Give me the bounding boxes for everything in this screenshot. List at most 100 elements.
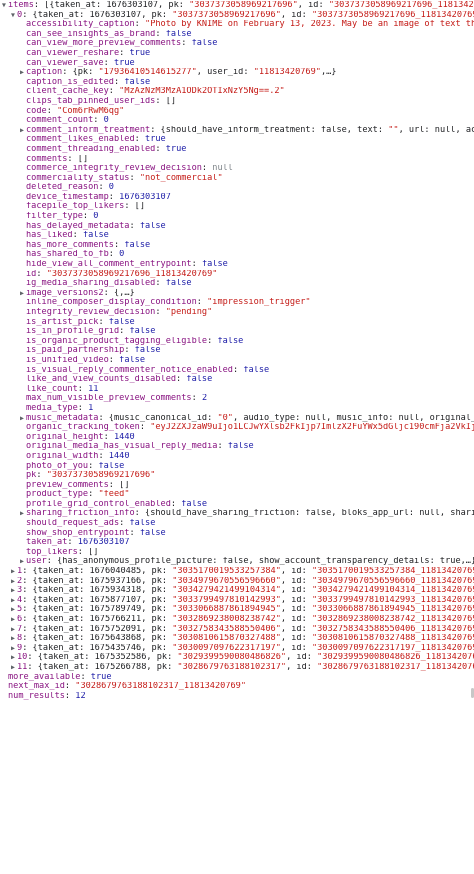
property-row: has_delayed_metadata: false [26, 221, 166, 231]
expandable-property-row[interactable]: ▶ image_versions2: {,…} [0, 289, 474, 299]
property-row: should_request_ads: false [26, 519, 156, 529]
property-value: false [119, 355, 146, 365]
expand-triangle-right-icon[interactable]: ▶ [9, 653, 17, 663]
property-key: product_type [26, 490, 89, 500]
property-row: code: "Com6rRwM6qg" [26, 106, 125, 116]
property-row: can_see_insights_as_brand: false [26, 29, 192, 39]
object-summary: {taken_at: 1675752091, pk: "303275834358… [32, 624, 474, 634]
property-value: false [217, 336, 244, 346]
property-value: [] [134, 202, 146, 212]
property-value: false [181, 499, 208, 509]
expandable-property-row[interactable]: ▶ 9: {taken_at: 1675435746, pk: "30300970… [0, 644, 474, 654]
property-value: true [145, 135, 166, 145]
property-row: original_media_has_visual_reply_media: f… [26, 442, 254, 452]
property-value: "impression_trigger" [207, 298, 311, 308]
property-key: taken_at [26, 538, 68, 548]
property-row: integrity_review_decision: "pending" [26, 308, 213, 317]
property-row: deleted_reason: 0 [26, 183, 114, 193]
expand-triangle-right-icon[interactable]: ▶ [9, 605, 17, 615]
expand-triangle-down-icon[interactable]: ▼ [9, 11, 17, 21]
property-row: is_paid_partnership: false [26, 346, 161, 356]
property-value: [] [77, 154, 89, 164]
expandable-property-row[interactable]: ▶ 6: {taken_at: 1675766211, pk: "30328692… [0, 615, 474, 625]
expandable-property-row[interactable]: ▶ caption: {pk: "17936410514615277", user… [0, 68, 474, 78]
expand-triangle-right-icon[interactable]: ▶ [9, 615, 17, 625]
property-value: false [139, 221, 166, 231]
expandable-property-row[interactable]: ▼ 0: {taken_at: 1676303107, pk: "30373730… [0, 11, 474, 21]
property-key: deleted_reason [26, 183, 99, 193]
property-row: id: "3037373058969217696_11813420769" [26, 269, 218, 279]
property-key: sharing_friction_info [26, 509, 135, 519]
expand-triangle-right-icon[interactable]: ▶ [9, 644, 17, 654]
property-value: 2 [201, 394, 208, 404]
expand-triangle-right-icon[interactable]: ▶ [18, 509, 26, 519]
property-key: has_shared_to_fb [26, 250, 109, 260]
property-row: is_visual_reply_commenter_notice_enabled… [26, 365, 270, 375]
expandable-property-row[interactable]: ▶ 11: {taken_at: 1675266788, pk: "3028679… [0, 663, 474, 673]
expandable-property-row[interactable]: ▶ 2: {taken_at: 1675937166, pk: "30349796… [0, 577, 474, 587]
property-value: "3028679763188102317_11813420769" [75, 682, 247, 692]
expandable-property-row[interactable]: ▶ 3: {taken_at: 1675934318, pk: "30342794… [0, 586, 474, 596]
property-key: photo_of_you [26, 461, 89, 471]
expandable-property-row[interactable]: ▶ comment_inform_treatment: {should_have_… [0, 126, 474, 136]
property-key: accessibility_caption [26, 20, 135, 30]
property-key: device_timestamp [26, 192, 109, 202]
property-key: user [26, 557, 47, 567]
expandable-property-row[interactable]: ▶ music_metadata: {music_canonical_id: "0… [0, 414, 474, 424]
expand-triangle-right-icon[interactable]: ▶ [9, 577, 17, 587]
expand-triangle-right-icon[interactable]: ▶ [9, 625, 17, 635]
property-value: false [129, 327, 156, 337]
property-value: "Photo by KNIME on February 13, 2023. Ma… [145, 20, 474, 30]
expandable-property-row[interactable]: ▶ 10: {taken_at: 1675352586, pk: "3029399… [0, 653, 474, 663]
property-value: "eyJ2ZXJzaW9uIjo1LCJwYXlsb2FkIjp7ImlzX2F… [150, 423, 474, 433]
expandable-property-row[interactable]: ▶ 4: {taken_at: 1675877107, pk: "30337994… [0, 596, 474, 606]
object-summary: {taken_at: 1675937166, pk: "303497967055… [32, 576, 474, 586]
expandable-property-row[interactable]: ▶ sharing_friction_info: {should_have_sha… [0, 509, 474, 519]
expand-triangle-right-icon[interactable]: ▶ [18, 557, 26, 567]
property-value: "not_commercial" [139, 173, 223, 183]
expandable-property-row[interactable]: ▼ items: [{taken_at: 1676303107, pk: "303… [0, 1, 474, 11]
property-value: 11 [88, 384, 99, 394]
expandable-property-row[interactable]: ▶ 7: {taken_at: 1675752091, pk: "30327583… [0, 625, 474, 635]
property-key: is_unified_video [26, 355, 109, 365]
property-value: true [165, 144, 187, 154]
expand-triangle-right-icon[interactable]: ▶ [9, 596, 17, 606]
expand-triangle-right-icon[interactable]: ▶ [9, 663, 17, 673]
expandable-property-row[interactable]: ▶ 5: {taken_at: 1675789749, pk: "30330668… [0, 605, 474, 615]
expand-triangle-down-icon[interactable]: ▼ [0, 1, 8, 11]
property-key: ig_media_sharing_disabled [26, 279, 156, 289]
expand-triangle-right-icon[interactable]: ▶ [9, 634, 17, 644]
expand-triangle-right-icon[interactable]: ▶ [18, 414, 26, 424]
property-key: can_see_insights_as_brand [26, 29, 156, 39]
property-key: show_shop_entrypoint [26, 528, 130, 538]
property-value: false [186, 375, 213, 385]
property-value: [] [165, 96, 177, 106]
property-value: true [90, 672, 112, 682]
property-key: hide_view_all_comment_entrypoint [26, 260, 192, 270]
object-summary: {should_have_sharing_friction: false, bl… [145, 509, 474, 519]
property-row: show_shop_entrypoint: false [26, 528, 166, 538]
expand-triangle-right-icon[interactable]: ▶ [18, 289, 26, 299]
property-key: is_artist_pick [26, 317, 99, 327]
property-row: commerce_integrity_review_decision: null [26, 164, 233, 174]
expand-triangle-right-icon[interactable]: ▶ [9, 586, 17, 596]
property-row: can_viewer_save: true [26, 58, 135, 68]
property-key: items [8, 1, 34, 10]
property-key: image_versions2 [26, 288, 104, 298]
expand-triangle-right-icon[interactable]: ▶ [18, 68, 26, 78]
expandable-property-row[interactable]: ▶ 8: {taken_at: 1675643868, pk: "30308106… [0, 634, 474, 644]
property-key: original_media_has_visual_reply_media [26, 442, 218, 452]
property-key: commerce_integrity_review_decision [26, 164, 202, 174]
property-value: false [108, 317, 135, 327]
property-key: comment_likes_enabled [26, 135, 135, 145]
property-key: music_metadata [26, 413, 99, 423]
property-value: false [191, 39, 218, 49]
property-row: accessibility_caption: "Photo by KNIME o… [0, 20, 474, 30]
property-row: media_type: 1 [26, 403, 94, 413]
property-row: has_more_comments: false [26, 240, 151, 250]
expand-triangle-right-icon[interactable]: ▶ [18, 126, 26, 136]
property-row: like_and_view_counts_disabled: false [26, 375, 213, 385]
expandable-property-row[interactable]: ▶ 1: {taken_at: 1676040485, pk: "30351700… [0, 567, 474, 577]
expandable-property-row[interactable]: ▶ user: {has_anonymous_profile_picture: f… [0, 557, 474, 567]
expand-triangle-right-icon[interactable]: ▶ [9, 567, 17, 577]
